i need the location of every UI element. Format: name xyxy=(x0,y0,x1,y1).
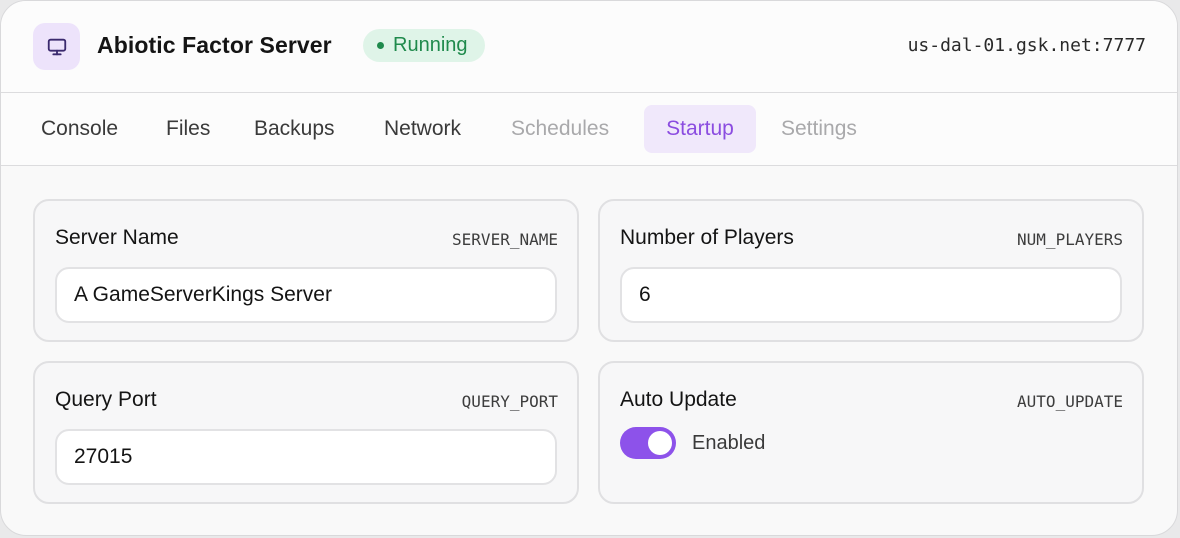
query-port-key: QUERY_PORT xyxy=(461,392,558,411)
num-players-card: Number of Players NUM_PLAYERS xyxy=(598,199,1144,342)
auto-update-card: Auto Update AUTO_UPDATE Enabled xyxy=(598,361,1144,504)
server-name-card: Server Name SERVER_NAME xyxy=(33,199,579,342)
tab-bar: Console Files Backups Network Schedules … xyxy=(1,93,1177,166)
tab-network[interactable]: Network xyxy=(368,105,477,153)
auto-update-key: AUTO_UPDATE xyxy=(1017,392,1123,411)
tab-console[interactable]: Console xyxy=(25,105,134,153)
toggle-knob xyxy=(648,431,672,455)
auto-update-toggle[interactable] xyxy=(620,427,676,459)
tab-settings: Settings xyxy=(781,117,857,140)
tab-files[interactable]: Files xyxy=(150,105,226,153)
server-header: Abiotic Factor Server Running us-dal-01.… xyxy=(1,1,1177,93)
status-text: Running xyxy=(393,34,468,56)
query-port-card: Query Port QUERY_PORT xyxy=(33,361,579,504)
num-players-input[interactable] xyxy=(620,267,1122,323)
query-port-input[interactable] xyxy=(55,429,557,485)
server-name-label: Server Name xyxy=(55,226,179,249)
server-title: Abiotic Factor Server xyxy=(97,32,332,58)
server-address[interactable]: us-dal-01.gsk.net:7777 xyxy=(908,35,1146,56)
status-dot-icon xyxy=(377,42,384,49)
auto-update-state: Enabled xyxy=(692,431,766,454)
tab-startup[interactable]: Startup xyxy=(644,105,756,153)
query-port-label: Query Port xyxy=(55,388,157,411)
monitor-icon xyxy=(33,23,80,70)
auto-update-label: Auto Update xyxy=(620,388,737,411)
num-players-label: Number of Players xyxy=(620,226,794,249)
server-panel: Abiotic Factor Server Running us-dal-01.… xyxy=(0,0,1178,536)
auto-update-toggle-row: Enabled xyxy=(620,427,765,459)
num-players-key: NUM_PLAYERS xyxy=(1017,230,1123,249)
status-badge: Running xyxy=(363,29,485,62)
server-name-input[interactable] xyxy=(55,267,557,323)
server-name-key: SERVER_NAME xyxy=(452,230,558,249)
tab-backups[interactable]: Backups xyxy=(238,105,351,153)
tab-schedules: Schedules xyxy=(511,117,610,140)
